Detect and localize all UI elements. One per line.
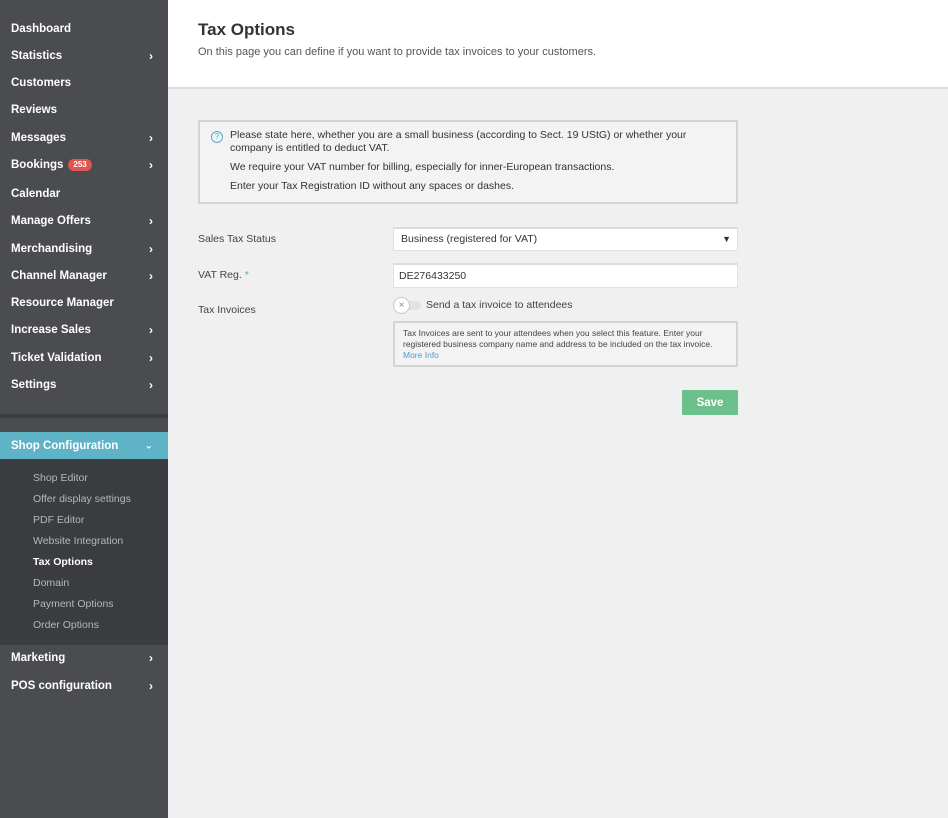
sidebar-item-calendar[interactable]: Calendar xyxy=(0,180,168,207)
question-icon: ? xyxy=(211,131,223,143)
submenu-item-offer-display-settings[interactable]: Offer display settings xyxy=(33,493,131,505)
chevron-right-icon: › xyxy=(149,268,153,283)
sales-tax-status-label: Sales Tax Status xyxy=(198,233,277,245)
close-icon: × xyxy=(393,297,410,314)
chevron-right-icon: › xyxy=(149,350,153,365)
submenu-item-domain[interactable]: Domain xyxy=(33,577,69,589)
page-header: Tax Options On this page you can define … xyxy=(168,0,948,89)
sidebar-item-increase-sales[interactable]: Increase Sales › xyxy=(0,316,168,343)
sales-tax-status-value: Business (registered for VAT) xyxy=(401,233,538,245)
chevron-right-icon: › xyxy=(149,213,153,228)
sidebar-item-pos-configuration[interactable]: POS configuration › xyxy=(0,672,168,699)
page-description: On this page you can define if you want … xyxy=(198,46,597,58)
bookings-count-badge: 253 xyxy=(68,158,92,171)
sidebar-item-manage-offers[interactable]: Manage Offers › xyxy=(0,207,168,234)
sidebar-item-statistics[interactable]: Statistics › xyxy=(0,42,168,69)
submenu-item-tax-options[interactable]: Tax Options xyxy=(33,556,93,568)
sidebar-item-messages[interactable]: Messages › xyxy=(0,124,168,151)
dropdown-arrow-icon: ▼ xyxy=(722,234,731,244)
sidebar-item-channel-manager[interactable]: Channel Manager › xyxy=(0,262,168,289)
sidebar-item-settings[interactable]: Settings › xyxy=(0,371,168,398)
hint-text: Tax Invoices are sent to your attendees … xyxy=(403,328,713,349)
vat-reg-input[interactable] xyxy=(393,263,738,288)
sidebar-item-reviews[interactable]: Reviews xyxy=(0,96,168,123)
sidebar-item-merchandising[interactable]: Merchandising › xyxy=(0,235,168,262)
sidebar-item-shop-configuration[interactable]: Shop Configuration ⌄ xyxy=(0,432,168,459)
chevron-down-icon: ⌄ xyxy=(144,440,153,451)
sales-tax-status-select[interactable]: Business (registered for VAT) ▼ xyxy=(393,227,738,251)
more-info-link[interactable]: More Info xyxy=(403,350,439,360)
chevron-right-icon: › xyxy=(149,241,153,256)
tax-invoices-label: Tax Invoices xyxy=(198,304,256,316)
tax-invoice-toggle-label: Send a tax invoice to attendees xyxy=(426,299,573,311)
sidebar-item-marketing[interactable]: Marketing › xyxy=(0,644,168,671)
required-asterisk: * xyxy=(244,269,249,281)
tax-invoice-toggle[interactable]: × xyxy=(393,297,421,314)
chevron-right-icon: › xyxy=(149,322,153,337)
chevron-right-icon: › xyxy=(149,678,153,693)
submenu-item-pdf-editor[interactable]: PDF Editor xyxy=(33,514,84,526)
sidebar-item-ticket-validation[interactable]: Ticket Validation › xyxy=(0,344,168,371)
tax-invoice-hint: Tax Invoices are sent to your attendees … xyxy=(393,321,738,367)
sidebar-item-resource-manager[interactable]: Resource Manager xyxy=(0,289,168,316)
sidebar-item-dashboard[interactable]: Dashboard xyxy=(0,15,168,42)
chevron-right-icon: › xyxy=(149,48,153,63)
info-box: ? Please state here, whether you are a s… xyxy=(198,120,738,204)
info-line-no-spaces: Enter your Tax Registration ID without a… xyxy=(230,180,515,192)
submenu-item-payment-options[interactable]: Payment Options xyxy=(33,598,114,610)
submenu-item-shop-editor[interactable]: Shop Editor xyxy=(33,472,88,484)
info-line-small-business: Please state here, whether you are a sma… xyxy=(230,129,687,154)
sidebar-divider xyxy=(0,414,168,418)
submenu-item-order-options[interactable]: Order Options xyxy=(33,619,99,631)
save-button[interactable]: Save xyxy=(682,390,738,415)
chevron-right-icon: › xyxy=(149,157,153,172)
shop-configuration-submenu xyxy=(0,459,168,645)
info-line-vat-required: We require your VAT number for billing, … xyxy=(230,161,615,173)
chevron-right-icon: › xyxy=(149,650,153,665)
vat-reg-label: VAT Reg. * xyxy=(198,269,249,281)
sidebar: Dashboard Statistics › Customers Reviews … xyxy=(0,0,168,818)
page-title: Tax Options xyxy=(198,20,295,39)
sidebar-item-bookings[interactable]: Bookings 253 › xyxy=(0,151,168,178)
chevron-right-icon: › xyxy=(149,130,153,145)
chevron-right-icon: › xyxy=(149,377,153,392)
submenu-item-website-integration[interactable]: Website Integration xyxy=(33,535,123,547)
sidebar-item-customers[interactable]: Customers xyxy=(0,69,168,96)
